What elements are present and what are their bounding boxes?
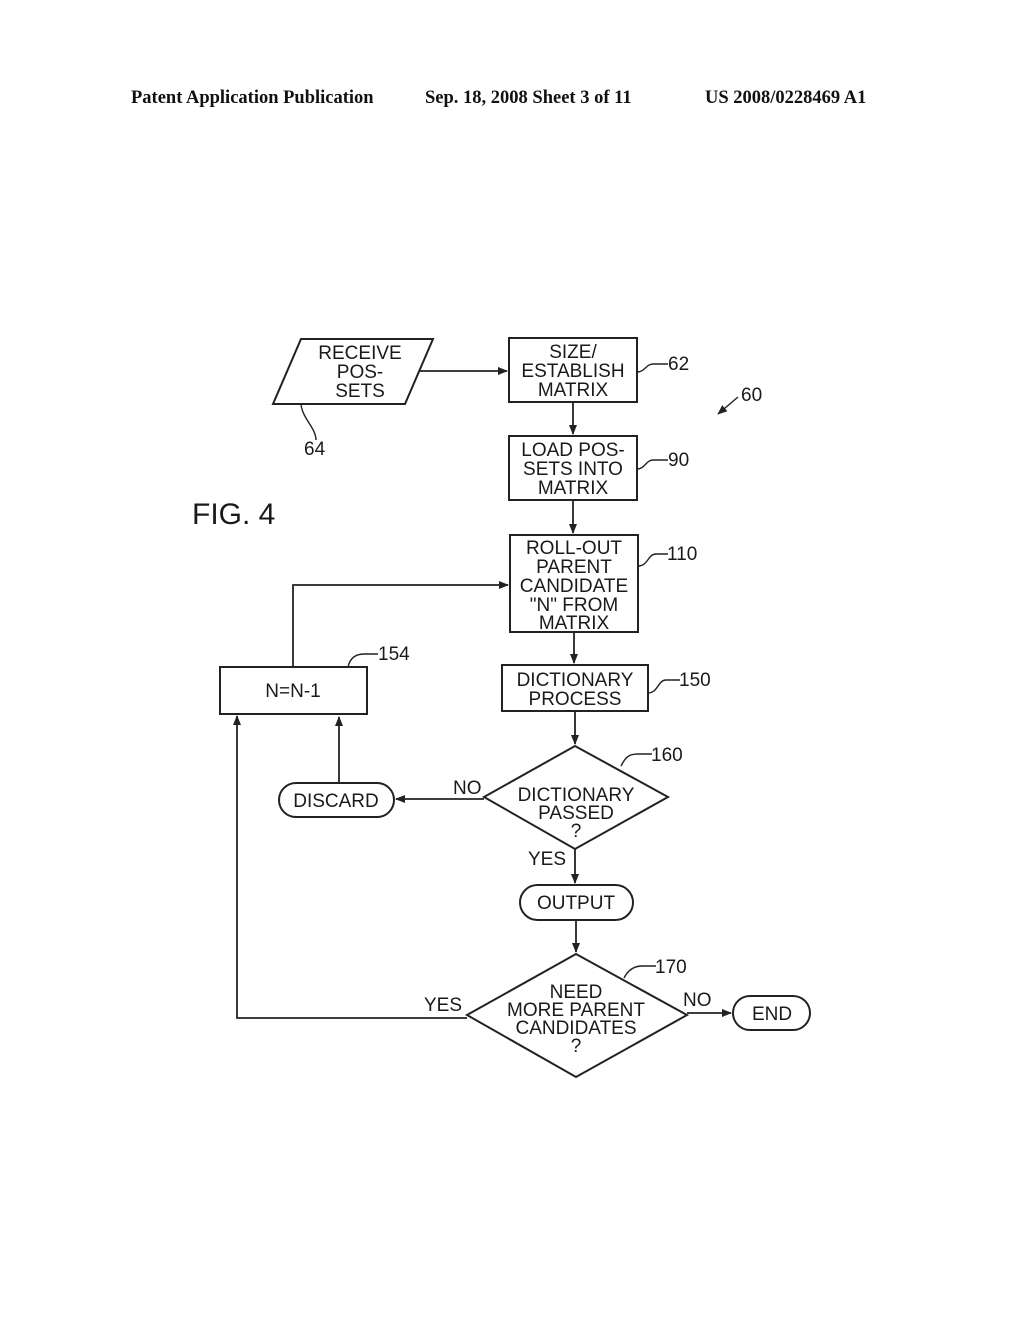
- node-line: LOAD POS-: [521, 440, 624, 461]
- overall-reference: 60: [717, 385, 762, 415]
- node-line: ROLL-OUT: [526, 538, 622, 559]
- node-line: MATRIX: [539, 613, 610, 634]
- ref-64: 64: [304, 439, 326, 460]
- node-rollout-parent-candidate: ROLL-OUT PARENT CANDIDATE "N" FROM MATRI…: [509, 534, 697, 634]
- edge-label-yes: YES: [528, 849, 566, 870]
- figure-label: FIG. 4: [192, 498, 275, 531]
- node-line: N=N-1: [265, 681, 320, 702]
- flowchart: FIG. 4 60 RECEIVE POS- SETS 64 SIZE/ EST…: [192, 337, 811, 1079]
- node-end: END: [732, 995, 811, 1031]
- ref-110: 110: [667, 544, 697, 565]
- node-output: OUTPUT: [519, 884, 634, 921]
- node-line: MATRIX: [538, 380, 609, 401]
- node-line: ?: [571, 1036, 582, 1057]
- node-line: RECEIVE: [318, 343, 401, 364]
- node-load-pos-sets: LOAD POS- SETS INTO MATRIX 90: [508, 435, 689, 501]
- ref-170: 170: [655, 957, 687, 978]
- node-need-more-candidates-decision: NEED MORE PARENT CANDIDATES ? 170: [464, 952, 690, 1079]
- ref-60: 60: [741, 385, 762, 406]
- node-line: PARENT: [536, 557, 612, 578]
- node-line: POS-: [337, 362, 383, 383]
- edge-label-yes-more: YES: [424, 995, 462, 1016]
- ref-150: 150: [679, 670, 711, 691]
- node-line: DICTIONARY: [517, 670, 634, 691]
- node-line: SETS INTO: [523, 459, 623, 480]
- node-dictionary-process: DICTIONARY PROCESS 150: [501, 664, 711, 712]
- node-line: SIZE/: [549, 342, 597, 363]
- ref-154: 154: [378, 644, 410, 665]
- node-line: OUTPUT: [537, 893, 616, 914]
- ref-160: 160: [651, 745, 683, 766]
- node-receive-pos-sets: RECEIVE POS- SETS 64: [271, 338, 435, 460]
- node-line: CANDIDATE: [520, 576, 628, 597]
- edge-more-yes-to-decrement: [233, 715, 467, 1019]
- node-line: PROCESS: [529, 689, 622, 710]
- node-line: ?: [571, 821, 582, 842]
- node-discard: DISCARD: [278, 782, 395, 818]
- edge-label-no: NO: [453, 778, 482, 799]
- node-line: DISCARD: [293, 791, 379, 812]
- node-line: END: [752, 1004, 792, 1025]
- node-size-establish-matrix: SIZE/ ESTABLISH MATRIX 62: [508, 337, 689, 403]
- ref-62: 62: [668, 354, 689, 375]
- node-line: SETS: [335, 381, 385, 402]
- edge-label-no-more: NO: [683, 990, 712, 1011]
- node-line: MATRIX: [538, 478, 609, 499]
- node-dictionary-passed-decision: DICTIONARY PASSED ? 160: [481, 744, 683, 851]
- node-decrement-n: N=N-1 154: [219, 644, 410, 715]
- node-line: ESTABLISH: [521, 361, 624, 382]
- ref-90: 90: [668, 450, 689, 471]
